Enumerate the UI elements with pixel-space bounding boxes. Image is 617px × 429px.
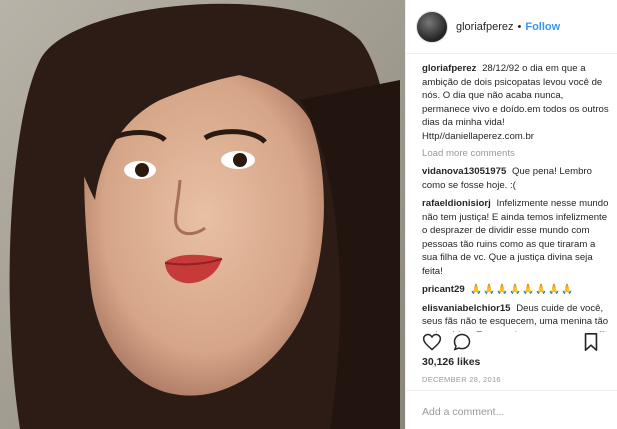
- bookmark-icon[interactable]: [583, 332, 599, 352]
- follow-button[interactable]: Follow: [525, 21, 560, 33]
- post-date: DECEMBER 28, 2016: [422, 375, 501, 384]
- list-item: elisvaniabelchior15 Deus cuide de você, …: [422, 302, 609, 333]
- comment-username[interactable]: rafaeldionisiorj: [422, 198, 491, 209]
- comment-username[interactable]: elisvaniabelchior15: [422, 303, 511, 314]
- add-comment-input[interactable]: Add a comment...: [406, 390, 617, 429]
- list-item: pricant29 🙏🙏🙏🙏🙏🙏🙏🙏: [422, 283, 609, 297]
- load-more-comments-button[interactable]: Load more comments: [422, 148, 609, 159]
- caption-username[interactable]: gloriafperez: [422, 63, 476, 74]
- comment-username[interactable]: pricant29: [422, 284, 465, 295]
- caption: gloriafperez 28/12/92 o dia em que a amb…: [422, 62, 609, 143]
- header-username[interactable]: gloriafperez: [456, 21, 513, 33]
- action-bar: [422, 330, 609, 354]
- likes-count[interactable]: 30,126 likes: [422, 356, 480, 368]
- comment-text: 🙏🙏🙏🙏🙏🙏🙏🙏: [470, 284, 574, 295]
- post-photo[interactable]: [0, 0, 405, 429]
- portrait-image: [0, 0, 405, 429]
- list-item: vidanova13051975 Que pena! Lembro como s…: [422, 165, 609, 192]
- comment-username[interactable]: vidanova13051975: [422, 166, 506, 177]
- heart-icon[interactable]: [422, 332, 442, 352]
- comment-icon[interactable]: [452, 332, 472, 352]
- post-sidebar: gloriafperez • Follow gloriafperez 28/12…: [405, 0, 617, 429]
- post-header: gloriafperez • Follow: [406, 0, 617, 54]
- avatar[interactable]: [416, 10, 448, 43]
- list-item: rafaeldionisiorj Infelizmente nesse mund…: [422, 197, 609, 278]
- comment-text: Infelizmente nesse mundo não tem justiça…: [422, 198, 609, 277]
- separator-dot: •: [517, 20, 522, 33]
- comments-list[interactable]: gloriafperez 28/12/92 o dia em que a amb…: [406, 62, 617, 332]
- instagram-post: gloriafperez • Follow gloriafperez 28/12…: [0, 0, 617, 429]
- caption-text: 28/12/92 o dia em que a ambição de dois …: [422, 63, 609, 142]
